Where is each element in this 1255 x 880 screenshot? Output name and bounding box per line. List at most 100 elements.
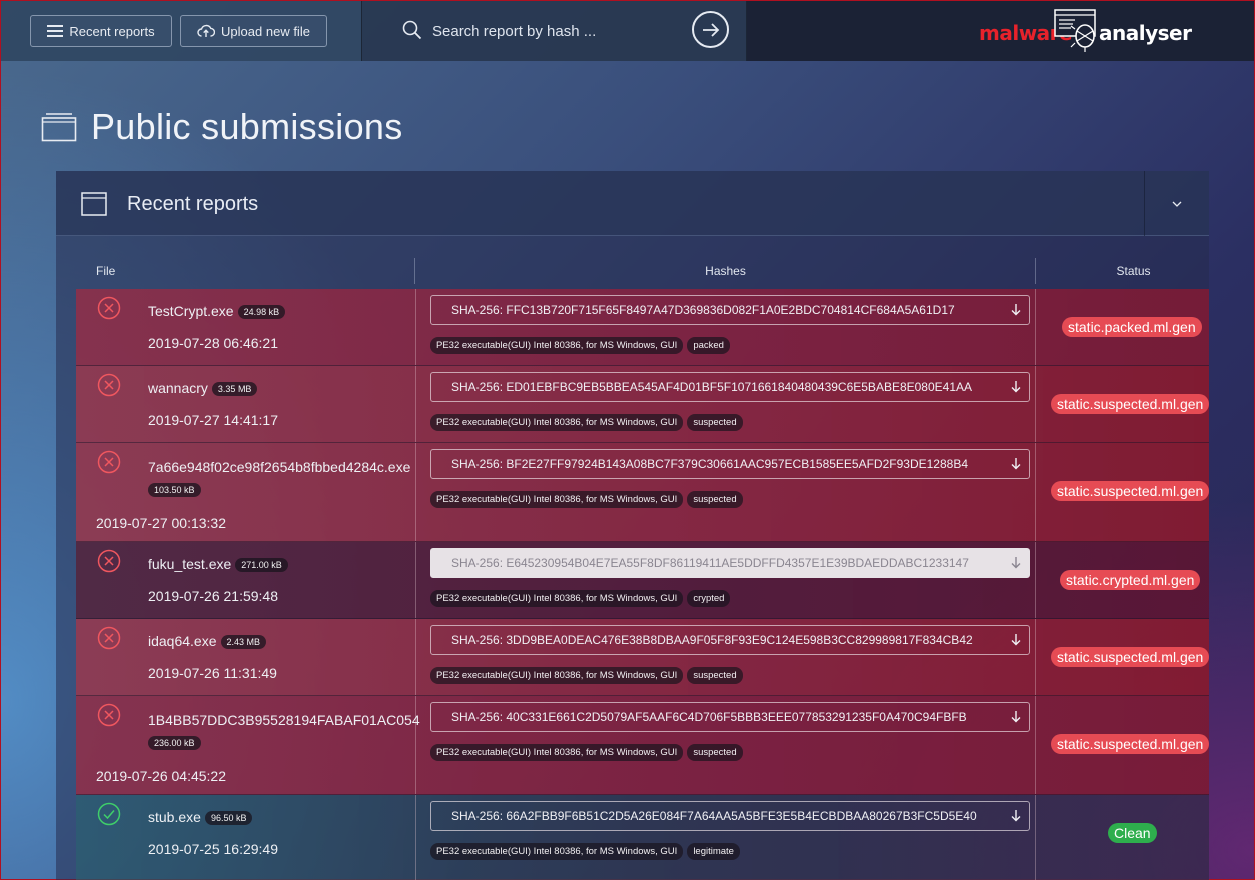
hash-search [361,1,747,61]
hash-selector[interactable]: SHA-256: ED01EBFBC9EB5BBEA545AF4D01BF5F1… [430,372,1030,402]
status-cell: static.crypted.ml.gen [1036,542,1209,618]
arrow-down-icon[interactable] [1011,457,1021,470]
file-name-line: TestCrypt.exe 24.98 kB [148,303,286,319]
status-cell: Clean [1036,795,1209,880]
status-cell: static.packed.ml.gen [1036,289,1209,365]
recent-reports-button[interactable]: Recent reports [30,15,172,47]
hash-value: SHA-256: 66A2FBB9F6B51C2D5A26E084F7A64AA… [451,809,977,823]
table-row[interactable]: idaq64.exe 2.43 MB 2019-07-26 11:31:49 SH… [76,619,1209,696]
search-input[interactable] [432,19,662,43]
file-name[interactable]: idaq64.exe [148,633,217,649]
table-header: File Hashes Status [76,258,1209,288]
upload-new-file-label: Upload new file [221,23,310,39]
hash-value: SHA-256: 40C331E661C2D5079AF5AAF6C4D706F… [451,710,967,724]
hash-cell: SHA-256: 66A2FBB9F6B51C2D5A26E084F7A64AA… [416,795,1036,880]
status-badge: static.suspected.ml.gen [1051,734,1209,754]
upload-new-file-button[interactable]: Upload new file [180,15,327,47]
recent-reports-label: Recent reports [69,23,155,39]
file-name[interactable]: stub.exe [148,809,201,825]
file-name[interactable]: fuku_test.exe [148,556,231,572]
classification-tag: crypted [687,590,731,607]
table-row[interactable]: stub.exe 96.50 kB 2019-07-25 16:29:49 SHA… [76,795,1209,880]
file-cell: wannacry 3.35 MB 2019-07-27 14:41:17 [76,366,416,442]
submission-date: 2019-07-27 00:13:32 [96,515,226,531]
tag-list: PE32 executable(GUI) Intel 80386, for MS… [430,590,731,607]
arrow-down-icon[interactable] [1011,633,1021,646]
file-name[interactable]: TestCrypt.exe [148,303,234,319]
arrow-down-icon[interactable] [1011,556,1021,569]
error-circle-icon [97,296,121,320]
submission-date: 2019-07-26 21:59:48 [148,588,278,604]
file-type-tag: PE32 executable(GUI) Intel 80386, for MS… [430,744,684,761]
table-row[interactable]: TestCrypt.exe 24.98 kB 2019-07-28 06:46:2… [76,289,1209,366]
file-type-tag: PE32 executable(GUI) Intel 80386, for MS… [430,590,684,607]
status-badge: static.crypted.ml.gen [1060,570,1201,590]
malware-analyser-logo: malware analyser [979,9,1192,53]
file-type-tag: PE32 executable(GUI) Intel 80386, for MS… [430,337,684,354]
file-type-tag: PE32 executable(GUI) Intel 80386, for MS… [430,667,684,684]
chevron-down-icon [1172,201,1182,207]
file-cell: 1B4BB57DDC3B95528194FABAF01AC054 236.00 … [76,696,420,794]
hash-value: SHA-256: E645230954B04E7EA55F8DF86119411… [451,556,969,570]
column-header-file: File [76,258,415,284]
table-row[interactable]: wannacry 3.35 MB 2019-07-27 14:41:17 SHA-… [76,366,1209,443]
hash-selector[interactable]: SHA-256: BF2E27FF97924B143A08BC7F379C306… [430,449,1030,479]
file-type-tag: PE32 executable(GUI) Intel 80386, for MS… [430,414,684,431]
recent-reports-panel: Recent reports File Hashes Status TestCr… [56,171,1209,880]
submission-date: 2019-07-26 11:31:49 [148,665,277,681]
table-row[interactable]: fuku_test.exe 271.00 kB 2019-07-26 21:59:… [76,542,1209,619]
file-size-badge: 103.50 kB [148,483,201,497]
file-size-badge: 236.00 kB [148,736,201,750]
file-size-badge: 271.00 kB [235,558,288,572]
panel-header: Recent reports [56,171,1209,236]
arrow-down-icon[interactable] [1011,303,1021,316]
collapse-toggle-button[interactable] [1144,171,1209,236]
hash-value: SHA-256: 3DD9BEA0DEAC476E38B8DBAA9F05F8F… [451,633,973,647]
status-badge: Clean [1108,823,1157,843]
submission-date: 2019-07-28 06:46:21 [148,335,278,351]
error-circle-icon [97,626,121,650]
file-name-line: idaq64.exe 2.43 MB [148,633,267,649]
arrow-down-icon[interactable] [1011,380,1021,393]
hash-cell: SHA-256: ED01EBFBC9EB5BBEA545AF4D01BF5F1… [416,366,1036,442]
search-submit-button[interactable] [692,11,729,48]
hash-selector[interactable]: SHA-256: E645230954B04E7EA55F8DF86119411… [430,548,1030,578]
file-name-line: fuku_test.exe 271.00 kB [148,556,288,572]
window-icon [81,192,107,216]
file-name[interactable]: wannacry [148,380,208,396]
arrow-right-icon [702,22,719,37]
window-stack-icon [41,113,77,142]
error-circle-icon [97,373,121,397]
submission-date: 2019-07-27 14:41:17 [148,412,278,428]
top-bar-actions: Recent reports Upload new file [1,1,361,61]
file-type-tag: PE32 executable(GUI) Intel 80386, for MS… [430,491,684,508]
tag-list: PE32 executable(GUI) Intel 80386, for MS… [430,744,743,761]
reports-table: File Hashes Status TestCrypt.exe 24.98 kB… [56,236,1209,880]
hash-cell: SHA-256: 40C331E661C2D5079AF5AAF6C4D706F… [416,696,1036,794]
table-row[interactable]: 1B4BB57DDC3B95528194FABAF01AC054 236.00 … [76,696,1209,795]
arrow-down-icon[interactable] [1011,809,1021,822]
hash-selector[interactable]: SHA-256: 3DD9BEA0DEAC476E38B8DBAA9F05F8F… [430,625,1030,655]
hash-selector[interactable]: SHA-256: 40C331E661C2D5079AF5AAF6C4D706F… [430,702,1030,732]
panel-title: Recent reports [127,193,259,215]
file-cell: idaq64.exe 2.43 MB 2019-07-26 11:31:49 [76,619,416,695]
table-row[interactable]: 7a66e948f02ce98f2654b8fbbed4284c.exe 103… [76,443,1209,542]
file-cell: TestCrypt.exe 24.98 kB 2019-07-28 06:46:2… [76,289,416,365]
hash-selector[interactable]: SHA-256: 66A2FBB9F6B51C2D5A26E084F7A64AA… [430,801,1030,831]
file-size-badge: 96.50 kB [204,811,253,825]
status-cell: static.suspected.ml.gen [1036,443,1209,541]
error-circle-icon [97,703,121,727]
hash-value: SHA-256: ED01EBFBC9EB5BBEA545AF4D01BF5F1… [451,380,973,394]
arrow-down-icon[interactable] [1011,710,1021,723]
cloud-upload-icon [197,24,216,37]
status-badge: static.suspected.ml.gen [1051,394,1209,414]
status-cell: static.suspected.ml.gen [1036,366,1209,442]
hash-cell: SHA-256: FFC13B720F715F65F8497A47D369836… [416,289,1036,365]
search-icon [402,20,422,40]
status-badge: static.packed.ml.gen [1062,317,1202,337]
file-cell: stub.exe 96.50 kB 2019-07-25 16:29:49 [76,795,416,880]
hash-selector[interactable]: SHA-256: FFC13B720F715F65F8497A47D369836… [430,295,1030,325]
file-name[interactable]: 1B4BB57DDC3B95528194FABAF01AC054 [148,712,420,728]
file-name[interactable]: 7a66e948f02ce98f2654b8fbbed4284c.exe [148,459,410,475]
list-icon [47,25,64,37]
